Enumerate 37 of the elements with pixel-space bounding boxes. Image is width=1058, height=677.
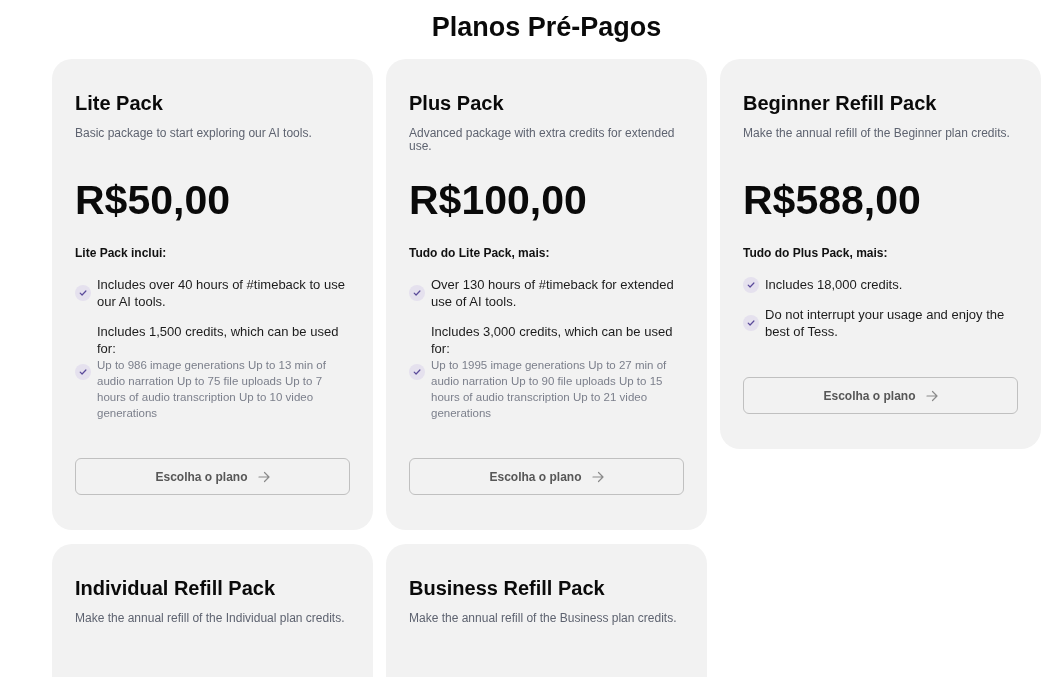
plan-description: Make the annual refill of the Beginner plan credits. — [743, 127, 1011, 140]
check-icon — [409, 364, 425, 380]
check-icon — [743, 315, 759, 331]
plan-description: Make the annual refill of the Individual plan credits. — [75, 612, 346, 625]
feature-text: Includes 3,000 credits, which can be used for: — [431, 323, 674, 357]
choose-plan-button[interactable]: Escolha o plano — [743, 377, 1018, 414]
includes-heading: Lite Pack inclui: — [75, 245, 168, 261]
feature-text: Includes 18,000 credits. — [765, 276, 903, 293]
choose-plan-button[interactable]: Escolha o plano — [75, 458, 350, 495]
plan-description: Make the annual refill of the Business plan credits. — [409, 612, 678, 625]
check-icon — [409, 285, 425, 301]
check-icon — [743, 276, 759, 293]
page-title: Planos Pré-Pagos — [430, 11, 663, 43]
includes-heading: Tudo do Plus Pack, mais: — [743, 245, 889, 261]
plan-name: Business Refill Pack — [409, 576, 606, 600]
plan-description: Basic package to start exploring our AI tools. — [75, 127, 313, 140]
plan-description: Advanced package with extra credits for extended use. — [409, 127, 676, 153]
feature-text: Includes 1,500 credits, which can be used for: — [97, 323, 340, 357]
feature-text: Over 130 hours of #timeback for extended use of AI tools. — [431, 276, 675, 310]
plan-price: R$50,00 — [75, 178, 231, 222]
arrow-right-icon — [591, 470, 604, 483]
check-icon — [75, 285, 91, 301]
plan-name: Lite Pack — [75, 91, 164, 115]
arrow-right-icon — [925, 389, 938, 402]
includes-heading: Tudo do Lite Pack, mais: — [409, 245, 551, 261]
plan-name: Plus Pack — [409, 91, 505, 115]
feature-text: Do not interrupt your usage and enjoy the best of Tess. — [765, 306, 1006, 340]
check-icon — [75, 364, 91, 380]
plan-price: R$588,00 — [743, 178, 922, 222]
plan-name: Individual Refill Pack — [75, 576, 277, 600]
plan-price: R$100,00 — [409, 178, 588, 222]
plan-name: Beginner Refill Pack — [743, 91, 938, 115]
choose-plan-button[interactable]: Escolha o plano — [409, 458, 684, 495]
feature-details: Up to 1995 image generations Up to 27 min of audio narration Up to 90 file uploads Up to 15 hours of audio transcription Up to 21 video generations — [431, 358, 668, 421]
arrow-right-icon — [257, 470, 270, 483]
feature-details: Up to 986 image generations Up to 13 min of audio narration Up to 75 file uploads Up to 7 hours of audio transcription Up to 10 video generations — [97, 358, 327, 421]
feature-text: Includes over 40 hours of #timeback to use our AI tools. — [97, 276, 346, 310]
